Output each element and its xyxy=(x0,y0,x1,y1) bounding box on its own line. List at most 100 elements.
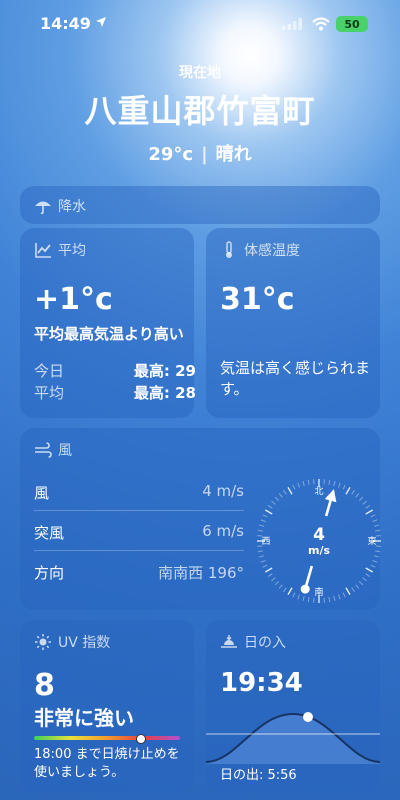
needle-arrowhead xyxy=(324,489,337,503)
compass-tick xyxy=(328,597,331,603)
compass-tick xyxy=(262,564,268,568)
compass-tick xyxy=(351,587,355,593)
wind-title-text: 風 xyxy=(58,443,72,459)
compass-unit: m/s xyxy=(308,544,330,557)
feels-like-description: 気温は高く感じられます。 xyxy=(220,359,371,398)
uv-index-value: 8 xyxy=(34,668,55,703)
current-conditions: 29°c | 晴れ xyxy=(0,140,400,166)
compass-tick xyxy=(358,496,364,502)
compass-tick xyxy=(375,550,381,553)
status-bar: 14:49 50 xyxy=(0,0,400,44)
compass-tick xyxy=(274,496,280,502)
sunset-time: 19:34 xyxy=(220,668,303,698)
wind-compass: 北 南 東 西 4 m/s xyxy=(257,479,381,603)
sun-icon xyxy=(35,634,51,650)
compass-tick xyxy=(373,524,380,527)
wind-icon xyxy=(35,442,52,458)
compass-tick xyxy=(370,514,376,518)
compass-tick xyxy=(283,587,287,593)
compass-tick xyxy=(287,587,293,596)
compass-tick xyxy=(362,577,367,582)
compass-tick xyxy=(302,595,305,602)
average-card[interactable]: 平均 +1°c 平均最高気温より高い 今日 最高: 29 平均 最高: 28 xyxy=(20,228,196,418)
compass-tick xyxy=(278,584,283,589)
chart-trend-icon xyxy=(35,243,51,258)
wind-gust-row: 突風 6 m/s xyxy=(34,512,244,551)
average-deviation: +1°c xyxy=(34,282,113,317)
wind-direction-row: 方向 南南西 196° xyxy=(34,552,244,590)
average-normal-row: 平均 最高: 28 xyxy=(34,382,196,403)
compass-tick xyxy=(274,580,280,586)
compass-tick xyxy=(271,500,276,505)
compass-tick xyxy=(287,486,293,495)
compass-tick xyxy=(345,486,351,495)
wind-card[interactable]: 風 風 4 m/s 突風 6 m/s 方向 南南西 196° 北 南 東 西 4… xyxy=(20,428,381,610)
compass-tick xyxy=(267,573,273,577)
compass-tick xyxy=(333,595,336,602)
uv-index-card[interactable]: UV 指数 8 非常に強い 18:00 まで日焼け止めを使いましょう。 xyxy=(20,620,194,792)
compass-tick xyxy=(345,587,351,596)
current-location-label: 現在地 xyxy=(179,65,221,81)
compass-speed: 4 xyxy=(313,525,325,545)
sunset-title: 日の入 xyxy=(220,632,286,652)
precipitation-title: 降水 xyxy=(34,196,86,216)
location-header: 現在地 八重山郡竹富町 29°c | 晴れ xyxy=(0,62,400,166)
compass-west: 西 xyxy=(261,536,270,547)
precipitation-title-text: 降水 xyxy=(58,199,86,215)
city-name: 八重山郡竹富町 xyxy=(84,92,316,130)
sunset-title-text: 日の入 xyxy=(244,635,286,651)
uv-title: UV 指数 xyxy=(34,632,110,652)
compass-tick xyxy=(365,573,371,577)
normal-high: 最高: 28 xyxy=(133,384,196,402)
compass-tick xyxy=(267,505,273,509)
uv-level: 非常に強い xyxy=(34,706,134,730)
sunset-card[interactable]: 日の入 19:34 日の出: 5:56 xyxy=(206,620,380,792)
compass-north: 北 xyxy=(314,486,323,497)
feels-like-title-text: 体感温度 xyxy=(244,243,300,259)
wind-speed-label: 風 xyxy=(34,484,50,502)
location-arrow-icon xyxy=(96,17,106,27)
wind-direction-value: 南南西 196° xyxy=(158,564,244,582)
compass-tick xyxy=(372,519,378,522)
wind-gust-value: 6 m/s xyxy=(202,522,244,540)
compass-tick xyxy=(342,484,346,490)
compass-tick xyxy=(375,529,381,532)
average-title-text: 平均 xyxy=(58,243,86,259)
compass-tick xyxy=(271,577,276,582)
uv-scale-bar xyxy=(34,736,180,740)
precipitation-card[interactable]: 降水 xyxy=(20,186,380,224)
compass-tick xyxy=(258,524,265,527)
feels-like-card[interactable]: 体感温度 31°c 気温は高く感じられます。 xyxy=(206,228,380,418)
compass-tick xyxy=(328,479,331,485)
wind-speed-value: 4 m/s xyxy=(202,482,244,500)
sunset-icon xyxy=(221,635,237,648)
battery-indicator: 50 xyxy=(336,16,368,32)
compass-east: 東 xyxy=(367,535,376,547)
thermometer-icon xyxy=(226,241,232,258)
compass-tick xyxy=(257,550,263,553)
wind-title: 風 xyxy=(34,440,72,460)
compass-tick xyxy=(278,493,283,498)
umbrella-icon xyxy=(35,201,51,215)
today-label: 今日 xyxy=(34,362,65,380)
normal-label: 平均 xyxy=(34,384,65,402)
compass-tick xyxy=(260,560,266,563)
compass-tick xyxy=(297,482,300,488)
average-description: 平均最高気温より高い xyxy=(34,325,184,343)
compass-tick xyxy=(355,493,360,498)
compass-tick xyxy=(257,529,263,532)
condition-text: 晴れ xyxy=(215,144,252,165)
average-today-row: 今日 最高: 29 xyxy=(34,360,196,381)
compass-tick xyxy=(373,555,380,558)
wind-direction-label: 方向 xyxy=(34,564,65,582)
compass-tick xyxy=(358,580,364,586)
daylight-area xyxy=(206,714,380,764)
cellular-signal-icon xyxy=(282,18,302,30)
compass-tick xyxy=(351,489,355,495)
compass-tick xyxy=(365,505,371,509)
compass-tick xyxy=(370,564,376,568)
compass-tick xyxy=(372,560,378,563)
compass-tick xyxy=(365,567,374,573)
compass-tick xyxy=(297,594,300,600)
wind-speed-row: 風 4 m/s xyxy=(34,472,244,511)
